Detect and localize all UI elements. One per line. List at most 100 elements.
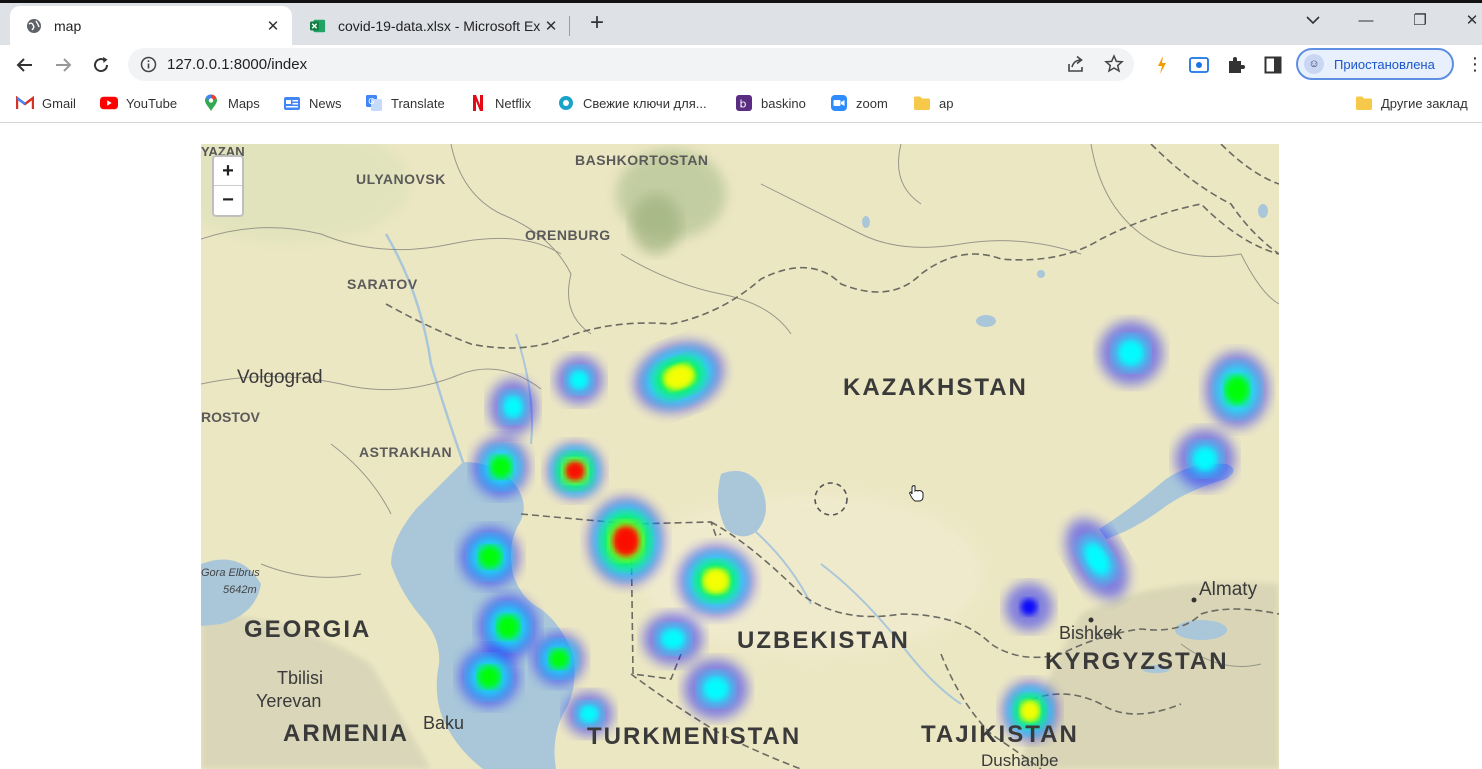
- tab-map[interactable]: map ✕: [10, 6, 292, 45]
- label-uzbekistan: UZBEKISTAN: [737, 627, 910, 654]
- bookmark-label: baskino: [761, 95, 806, 111]
- reload-button[interactable]: [87, 51, 115, 79]
- netflix-icon: [469, 94, 487, 112]
- avatar: ☺: [1304, 54, 1324, 74]
- kebab-menu-icon[interactable]: ⋮: [1466, 54, 1482, 74]
- label-tajikistan: TAJIKISTAN: [921, 721, 1079, 748]
- zoom-in-button[interactable]: +: [214, 157, 242, 186]
- tab-strip: map ✕ covid-19-data.xlsx - Microsoft Ex …: [0, 0, 1482, 45]
- heat-spot-mangystau-3: [533, 633, 585, 685]
- label-ulyanovsk: ULYANOVSK: [356, 171, 446, 187]
- forest-area: [631, 194, 681, 254]
- bookmark-label: Gmail: [42, 95, 76, 111]
- bookmark-label: zoom: [856, 95, 888, 111]
- lake: [1037, 270, 1045, 278]
- bookmark-maps[interactable]: Maps: [202, 93, 260, 113]
- translate-icon: G: [365, 94, 383, 112]
- side-panel-icon[interactable]: [1261, 53, 1285, 77]
- heat-spot-mangystau-2: [459, 647, 519, 707]
- screencast-icon[interactable]: [1187, 53, 1211, 77]
- new-tab-button[interactable]: +: [583, 10, 611, 38]
- bookmark-youtube[interactable]: YouTube: [100, 93, 177, 113]
- map-canvas[interactable]: YAZAN BASHKORTOSTAN ULYANOVSK ORENBURG S…: [201, 144, 1279, 769]
- heat-spot-turkmen-1: [684, 659, 748, 719]
- url-text[interactable]: 127.0.0.1:8000/index: [167, 56, 307, 73]
- heat-core: [549, 649, 569, 669]
- label-saratov: SARATOV: [347, 276, 418, 292]
- gmail-icon: [16, 94, 34, 112]
- folder-icon: [1355, 94, 1373, 112]
- profile-button[interactable]: ☺ Приостановлена: [1296, 48, 1454, 80]
- restore-button[interactable]: ❐: [1400, 8, 1440, 34]
- globe-icon: [26, 18, 42, 34]
- excel-icon: [310, 18, 326, 34]
- heat-core: [1020, 598, 1038, 616]
- label-orenburg: ORENBURG: [525, 227, 611, 243]
- heat-core: [497, 615, 519, 639]
- heat-spot-aral-west: [588, 497, 664, 585]
- heat-core: [570, 371, 588, 389]
- label-rostov: ROSTOV: [201, 409, 261, 425]
- browser-toolbar: 127.0.0.1:8000/index ☺ Приостановлена ⋮: [0, 45, 1482, 85]
- lake: [976, 315, 996, 327]
- bookmark-label: News: [309, 95, 342, 111]
- heat-core: [704, 678, 728, 700]
- bookmark-other[interactable]: Другие заклад: [1355, 93, 1468, 113]
- heat-core: [491, 456, 511, 478]
- tab-search-chevron-icon[interactable]: [1293, 8, 1333, 34]
- baskino-icon: b: [735, 94, 753, 112]
- bookmark-news[interactable]: News: [283, 93, 342, 113]
- heatmap-map[interactable]: YAZAN BASHKORTOSTAN ULYANOVSK ORENBURG S…: [201, 144, 1279, 769]
- bookmark-gmail[interactable]: Gmail: [16, 93, 76, 113]
- bookmark-label: ap: [939, 95, 954, 111]
- city-dot-bishkek: [1088, 617, 1094, 623]
- info-icon[interactable]: [140, 56, 157, 78]
- bookmark-baskino[interactable]: b baskino: [735, 93, 806, 113]
- lake-issyk-kul: [1175, 620, 1227, 640]
- tab-excel[interactable]: covid-19-data.xlsx - Microsoft Ex ✕: [294, 6, 570, 45]
- heat-core: [479, 546, 501, 568]
- heat-core: [580, 706, 598, 722]
- heat-spot-aktobe-small: [555, 356, 603, 404]
- label-bashkortostan: BASHKORTOSTAN: [575, 152, 709, 168]
- heat-spot-atyrau-north: [489, 379, 537, 435]
- bookmark-folder-ap[interactable]: ap: [913, 93, 953, 113]
- bookmark-zoom[interactable]: zoom: [830, 93, 888, 113]
- zoom-out-button[interactable]: −: [214, 186, 242, 215]
- heat-core: [1194, 448, 1216, 470]
- page-content: YAZAN BASHKORTOSTAN ULYANOVSK ORENBURG S…: [0, 124, 1482, 769]
- minimize-button[interactable]: —: [1346, 8, 1386, 34]
- label-georgia: GEORGIA: [244, 616, 371, 643]
- city-dot-almaty: [1191, 597, 1197, 603]
- close-tab-icon[interactable]: ✕: [262, 15, 284, 37]
- close-window-button[interactable]: ✕: [1452, 8, 1482, 34]
- heat-spot-pavlodar: [1099, 321, 1163, 385]
- label-yerevan: Yerevan: [256, 691, 321, 711]
- heat-spot-atyrau: [547, 443, 603, 499]
- bookmark-star-icon[interactable]: [1104, 54, 1124, 79]
- label-dushanbe: Dushanbe: [981, 751, 1059, 769]
- heat-spot-aral: [678, 545, 754, 617]
- label-elbrus: Gora Elbrus: [201, 567, 260, 579]
- reload-icon: [94, 57, 109, 73]
- bookmark-netflix[interactable]: Netflix: [469, 93, 531, 113]
- close-tab-icon[interactable]: ✕: [540, 15, 562, 37]
- zoom-icon: [830, 94, 848, 112]
- extension-bolt-icon[interactable]: [1150, 53, 1174, 77]
- youtube-icon: [100, 94, 118, 112]
- bookmark-label: YouTube: [126, 95, 178, 111]
- key-site-icon: [557, 94, 575, 112]
- bookmark-translate[interactable]: G Translate: [365, 93, 445, 113]
- back-button[interactable]: [11, 51, 39, 79]
- heat-spot-karakalpak: [643, 613, 703, 665]
- bookmark-label: Другие заклад: [1381, 95, 1468, 111]
- news-icon: [283, 94, 301, 112]
- address-bar[interactable]: 127.0.0.1:8000/index: [128, 48, 1134, 81]
- bookmark-keys[interactable]: Свежие ключи для...: [557, 93, 707, 113]
- forward-button[interactable]: [49, 51, 77, 79]
- heat-core: [1119, 341, 1143, 365]
- label-bishkek: Bishkek: [1059, 623, 1123, 643]
- extensions-puzzle-icon[interactable]: [1224, 53, 1248, 77]
- lake: [1258, 204, 1268, 218]
- share-icon[interactable]: [1066, 55, 1086, 79]
